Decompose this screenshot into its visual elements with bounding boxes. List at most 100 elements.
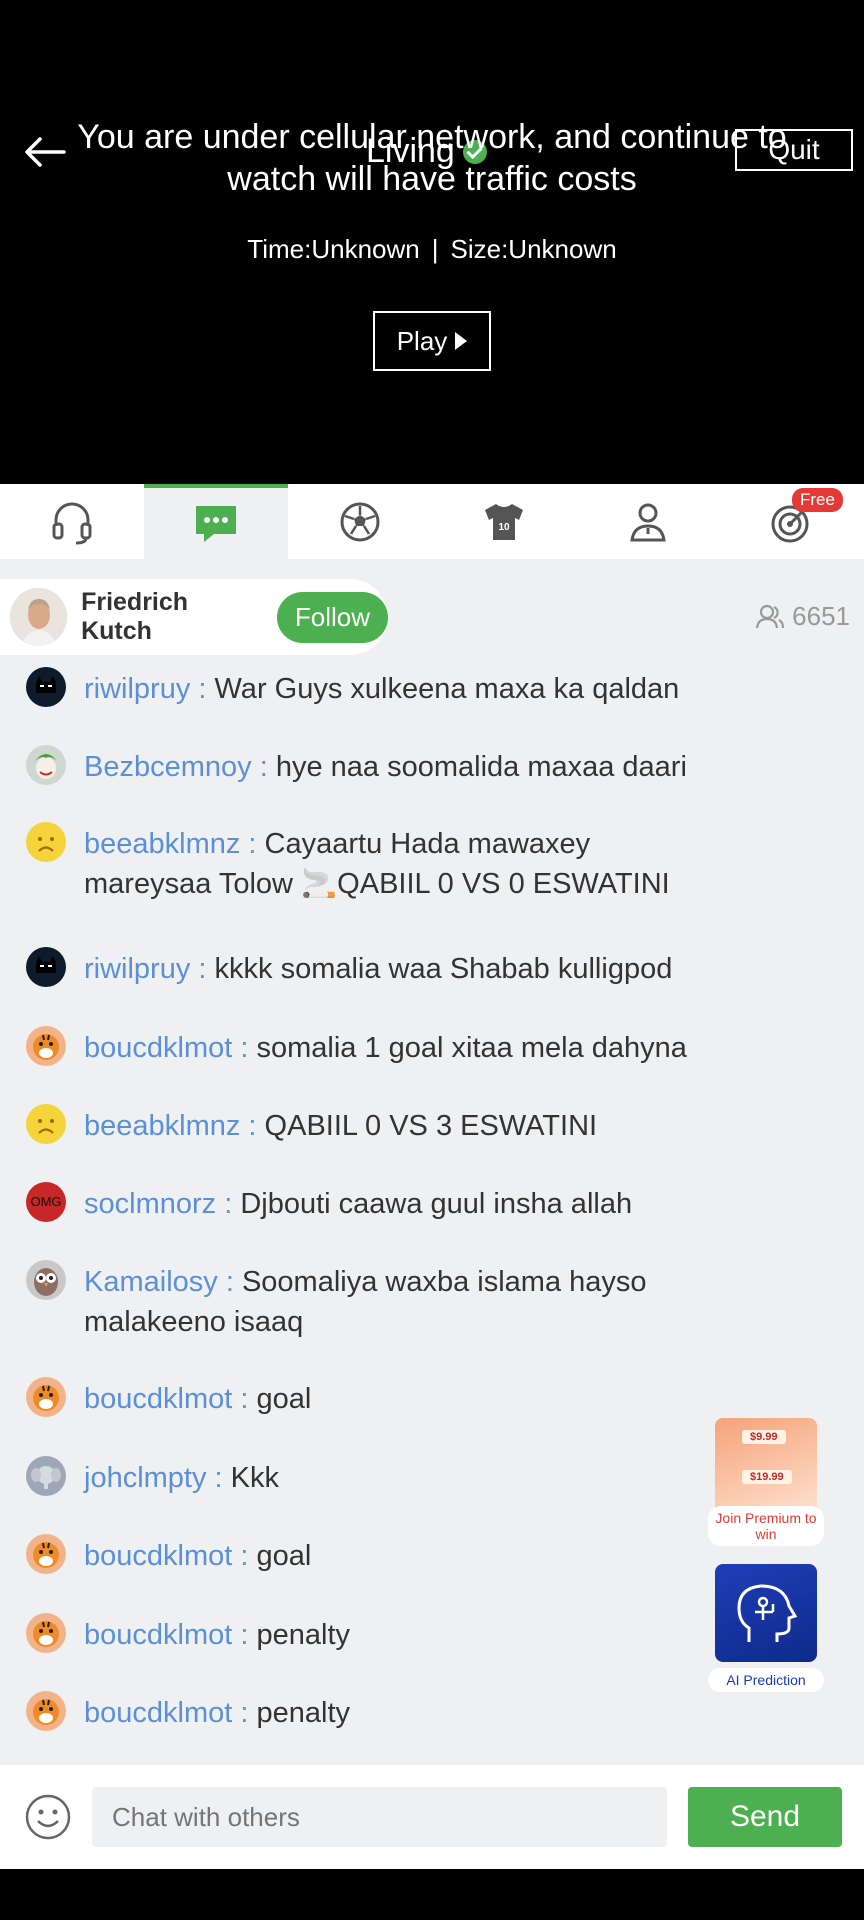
chat-input[interactable]	[92, 1787, 667, 1847]
chat-message: OMG soclmnorz : Djbouti caawa guul insha…	[26, 1182, 716, 1224]
ai-prediction-label: AI Prediction	[708, 1668, 824, 1692]
message-text: Kkk	[230, 1462, 280, 1494]
message-separator: :	[216, 1188, 241, 1220]
chat-message: riwilpruy : War Guys xulkeena maxa ka qa…	[26, 667, 716, 709]
message-username[interactable]: boucdklmot	[84, 1540, 232, 1572]
tab-lineup[interactable]: 10	[432, 484, 576, 559]
jersey-icon: 10	[485, 503, 523, 540]
owl-avatar-icon[interactable]	[26, 1260, 66, 1300]
chat-message: Bezbcemnoy : hye naa soomalida maxaa daa…	[26, 745, 716, 787]
premium-promo-label: Join Premium to win	[708, 1506, 824, 1546]
premium-price-1: $9.99	[742, 1430, 786, 1444]
message-username[interactable]: soclmnorz	[84, 1188, 216, 1220]
tiger-avatar-icon[interactable]	[26, 1377, 66, 1417]
message-separator: :	[251, 751, 276, 783]
tab-players[interactable]	[576, 484, 720, 559]
play-triangle-icon	[455, 332, 468, 350]
tiger-avatar-icon[interactable]	[26, 1613, 66, 1653]
host-photo	[10, 588, 68, 646]
message-username[interactable]: Bezbcemnoy	[84, 751, 252, 783]
message-username[interactable]: beeabklmnz	[84, 1110, 240, 1142]
message-username[interactable]: riwilpruy	[84, 673, 190, 705]
chat-message: riwilpruy : kkkk somalia waa Shabab kull…	[26, 947, 716, 989]
message-separator: :	[217, 1266, 242, 1298]
video-player[interactable]: Living You are under cellular network, a…	[0, 0, 864, 484]
jersey-number: 10	[498, 522, 510, 533]
meta-separator: |	[431, 234, 439, 264]
chat-message: beeabklmnz : Cayaartu Hada mawaxey marey…	[26, 822, 716, 904]
chat-message: boucdklmot : penalty	[26, 1691, 716, 1733]
omg-avatar-text: OMG	[30, 1194, 62, 1209]
message-username[interactable]: beeabklmnz	[84, 828, 240, 860]
chat-message: beeabklmnz : QABIIL 0 VS 3 ESWATINI	[26, 1104, 716, 1146]
play-button[interactable]: Play	[373, 311, 491, 371]
ai-prediction-button[interactable]: AI Prediction	[708, 1564, 824, 1692]
message-username[interactable]: riwilpruy	[84, 953, 190, 985]
host-name[interactable]: Friedrich Kutch	[81, 588, 263, 646]
elephant-avatar-icon[interactable]	[26, 1456, 66, 1496]
batman-avatar-icon[interactable]	[26, 947, 66, 987]
message-text: hye naa soomalida maxaa daari	[275, 751, 687, 783]
message-separator: :	[190, 953, 215, 985]
cellular-warning: You are under cellular network, and cont…	[77, 118, 787, 198]
message-username[interactable]: boucdklmot	[84, 1032, 232, 1064]
tiger-avatar-icon[interactable]	[26, 1026, 66, 1066]
ai-brain-icon	[715, 1564, 817, 1662]
follow-button[interactable]: Follow	[276, 591, 388, 643]
message-text: goal	[256, 1383, 312, 1415]
sad-face-avatar-icon[interactable]	[26, 822, 66, 862]
message-separator: :	[240, 828, 265, 860]
host-avatar[interactable]	[10, 588, 68, 646]
premium-price-2: $19.99	[742, 1470, 792, 1484]
joker-avatar-icon[interactable]	[26, 745, 66, 785]
send-button[interactable]: Send	[688, 1787, 842, 1847]
tiger-avatar-icon[interactable]	[26, 1534, 66, 1574]
tab-commentary[interactable]	[0, 484, 144, 559]
message-username[interactable]: boucdklmot	[84, 1383, 232, 1415]
chat-icon	[196, 505, 236, 542]
message-separator: :	[240, 1110, 265, 1142]
free-badge: Free	[792, 488, 843, 512]
message-text: War Guys xulkeena maxa ka qaldan	[214, 673, 680, 705]
message-text: somalia 1 goal xitaa mela dahyna	[256, 1032, 687, 1064]
video-size: Size:Unknown	[450, 234, 617, 264]
tiger-avatar-icon[interactable]	[26, 1691, 66, 1731]
message-username[interactable]: johclmpty	[84, 1462, 207, 1494]
chat-message: Kamailosy : Soomaliya waxba islama hayso…	[26, 1260, 716, 1342]
message-separator: :	[206, 1462, 231, 1494]
message-separator: :	[232, 1383, 257, 1415]
video-meta: Time:Unknown | Size:Unknown	[0, 234, 864, 265]
premium-promo-button[interactable]: $9.99 $19.99 Join Premium to win	[708, 1418, 824, 1546]
message-separator: :	[232, 1032, 257, 1064]
message-text: QABIIL 0 VS 3 ESWATINI	[264, 1110, 598, 1142]
tab-match[interactable]	[288, 484, 432, 559]
message-separator: :	[190, 673, 215, 705]
tab-chat[interactable]	[144, 484, 288, 559]
person-icon	[630, 503, 666, 541]
message-username[interactable]: Kamailosy	[84, 1266, 218, 1298]
viewer-count-value: 6651	[792, 601, 850, 631]
chat-panel[interactable]: Friedrich Kutch Follow 6651 riwilpruy : …	[0, 559, 864, 1765]
viewer-count: 6651	[756, 601, 850, 632]
chat-message: boucdklmot : goal	[26, 1534, 716, 1576]
chat-message: boucdklmot : goal	[26, 1377, 716, 1419]
host-card: Friedrich Kutch Follow	[0, 579, 388, 655]
chat-input-bar: Send	[0, 1765, 864, 1869]
premium-card-image: $9.99 $19.99	[715, 1418, 817, 1516]
sad-face-avatar-icon[interactable]	[26, 1104, 66, 1144]
batman-avatar-icon[interactable]	[26, 667, 66, 707]
message-separator: :	[232, 1619, 257, 1651]
message-text: kkkk somalia waa Shabab kulligpod	[214, 953, 673, 985]
soccer-ball-icon	[340, 502, 380, 541]
message-username[interactable]: boucdklmot	[84, 1697, 232, 1729]
emoji-icon[interactable]	[24, 1793, 72, 1841]
message-text: Djbouti caawa guul insha allah	[240, 1188, 633, 1220]
chat-message: johclmpty : Kkk	[26, 1456, 716, 1498]
video-time: Time:Unknown	[247, 234, 420, 264]
system-nav-bar	[0, 1869, 864, 1920]
viewers-icon	[756, 604, 785, 628]
message-username[interactable]: boucdklmot	[84, 1619, 232, 1651]
omg-avatar-icon[interactable]: OMG	[26, 1182, 66, 1222]
quit-button[interactable]: Quit	[735, 129, 853, 171]
headset-icon	[52, 502, 92, 544]
